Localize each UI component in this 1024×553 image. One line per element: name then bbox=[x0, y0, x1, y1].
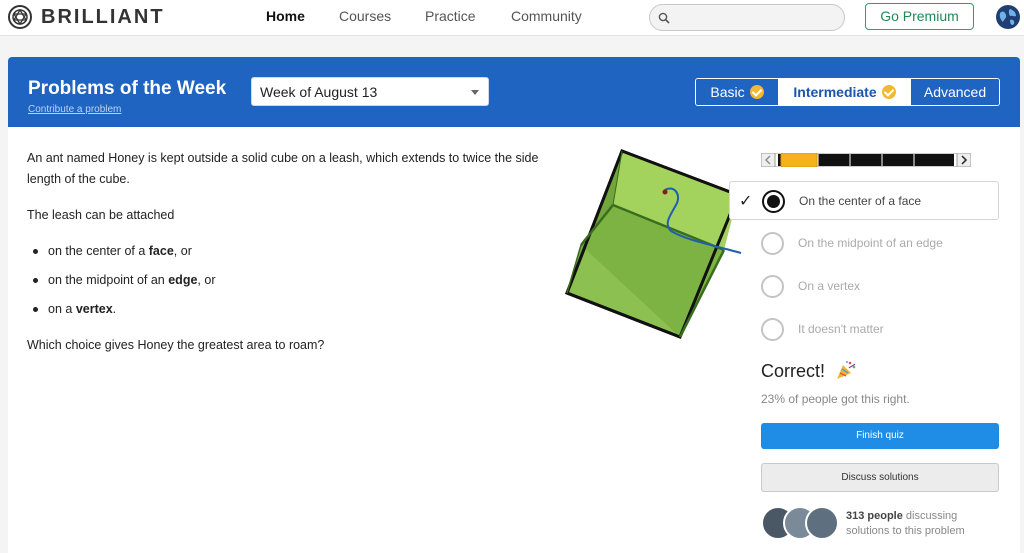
answer-option-edge[interactable]: On the midpoint of an edge bbox=[729, 224, 999, 263]
discussion-line2: solutions to this problem bbox=[846, 525, 965, 537]
problems-header: Problems of the Week Contribute a proble… bbox=[8, 57, 1020, 127]
answer-option-vertex[interactable]: On a vertex bbox=[729, 267, 999, 306]
radio-button[interactable] bbox=[761, 275, 784, 298]
avatar bbox=[805, 506, 839, 540]
success-stat: 23% of people got this right. bbox=[761, 392, 910, 406]
check-mark-icon: ✓ bbox=[739, 193, 753, 210]
tab-basic-label: Basic bbox=[710, 84, 745, 100]
search-box[interactable] bbox=[649, 4, 845, 31]
nav-home[interactable]: Home bbox=[266, 8, 305, 24]
profile-globe-icon[interactable] bbox=[995, 4, 1021, 30]
nav-courses[interactable]: Courses bbox=[339, 8, 391, 24]
discussion-summary[interactable]: 313 people discussing solutions to this … bbox=[846, 509, 965, 539]
brilliant-logo-icon bbox=[8, 5, 32, 29]
discussion-count: 313 people bbox=[846, 510, 903, 522]
answer-label: On a vertex bbox=[798, 279, 861, 293]
week-select[interactable]: Week of August 13 bbox=[251, 77, 489, 106]
answer-option-face[interactable]: ✓ On the center of a face bbox=[729, 181, 999, 220]
finish-quiz-button[interactable]: Finish quiz bbox=[761, 423, 999, 449]
problem-intro: An ant named Honey is kept outside a sol… bbox=[27, 151, 539, 186]
list-item: on the center of a face, or bbox=[27, 241, 557, 262]
discussion-suffix: discussing bbox=[905, 510, 958, 522]
answer-label: It doesn't matter bbox=[798, 322, 884, 336]
cube-illustration bbox=[565, 149, 742, 339]
list-item: on a vertex. bbox=[27, 299, 557, 320]
search-input[interactable] bbox=[674, 8, 834, 27]
difficulty-tabs: Basic Intermediate Advanced bbox=[695, 78, 1000, 106]
problem-lead: The leash can be attached bbox=[27, 208, 175, 222]
answer-options: ✓ On the center of a face On the midpoin… bbox=[729, 181, 999, 353]
completed-check-icon bbox=[749, 85, 764, 99]
chevron-down-icon bbox=[471, 90, 479, 95]
problem-card: Problems of the Week Contribute a proble… bbox=[8, 57, 1020, 553]
choice-list: on the center of a face, or on the midpo… bbox=[27, 241, 557, 320]
go-premium-button[interactable]: Go Premium bbox=[865, 3, 974, 30]
party-popper-icon bbox=[837, 361, 856, 379]
tab-intermediate-label: Intermediate bbox=[793, 84, 877, 100]
brand-name: BRILLIANT bbox=[41, 5, 165, 28]
discussion-avatars[interactable] bbox=[761, 506, 841, 542]
top-nav: BRILLIANT Home Courses Practice Communit… bbox=[0, 0, 1024, 36]
answer-option-doesnt-matter[interactable]: It doesn't matter bbox=[729, 310, 999, 349]
tab-advanced-label: Advanced bbox=[923, 84, 987, 100]
list-item: on the midpoint of an edge, or bbox=[27, 270, 557, 291]
tab-basic[interactable]: Basic bbox=[696, 79, 778, 105]
problem-question: Which choice gives Honey the greatest ar… bbox=[27, 338, 325, 352]
answer-label: On the center of a face bbox=[799, 194, 922, 208]
completed-check-icon bbox=[881, 85, 896, 99]
radio-button[interactable] bbox=[761, 232, 784, 255]
tab-intermediate[interactable]: Intermediate bbox=[778, 79, 910, 105]
radio-button[interactable] bbox=[761, 318, 784, 341]
search-icon bbox=[658, 12, 670, 24]
result-label: Correct! bbox=[761, 361, 826, 381]
problem-statement: An ant named Honey is kept outside a sol… bbox=[27, 148, 557, 371]
page-title: Problems of the Week bbox=[28, 78, 227, 99]
radio-button[interactable] bbox=[762, 190, 785, 213]
week-select-value: Week of August 13 bbox=[260, 84, 378, 100]
answer-label: On the midpoint of an edge bbox=[798, 236, 943, 250]
contribute-problem-link[interactable]: Contribute a problem bbox=[28, 104, 121, 115]
tab-advanced[interactable]: Advanced bbox=[910, 79, 999, 105]
brand-logo[interactable]: BRILLIANT bbox=[8, 5, 165, 29]
nav-practice[interactable]: Practice bbox=[425, 8, 476, 24]
problem-progress-scroller[interactable] bbox=[761, 153, 971, 167]
discuss-solutions-button[interactable]: Discuss solutions bbox=[761, 463, 999, 492]
nav-community[interactable]: Community bbox=[511, 8, 582, 24]
